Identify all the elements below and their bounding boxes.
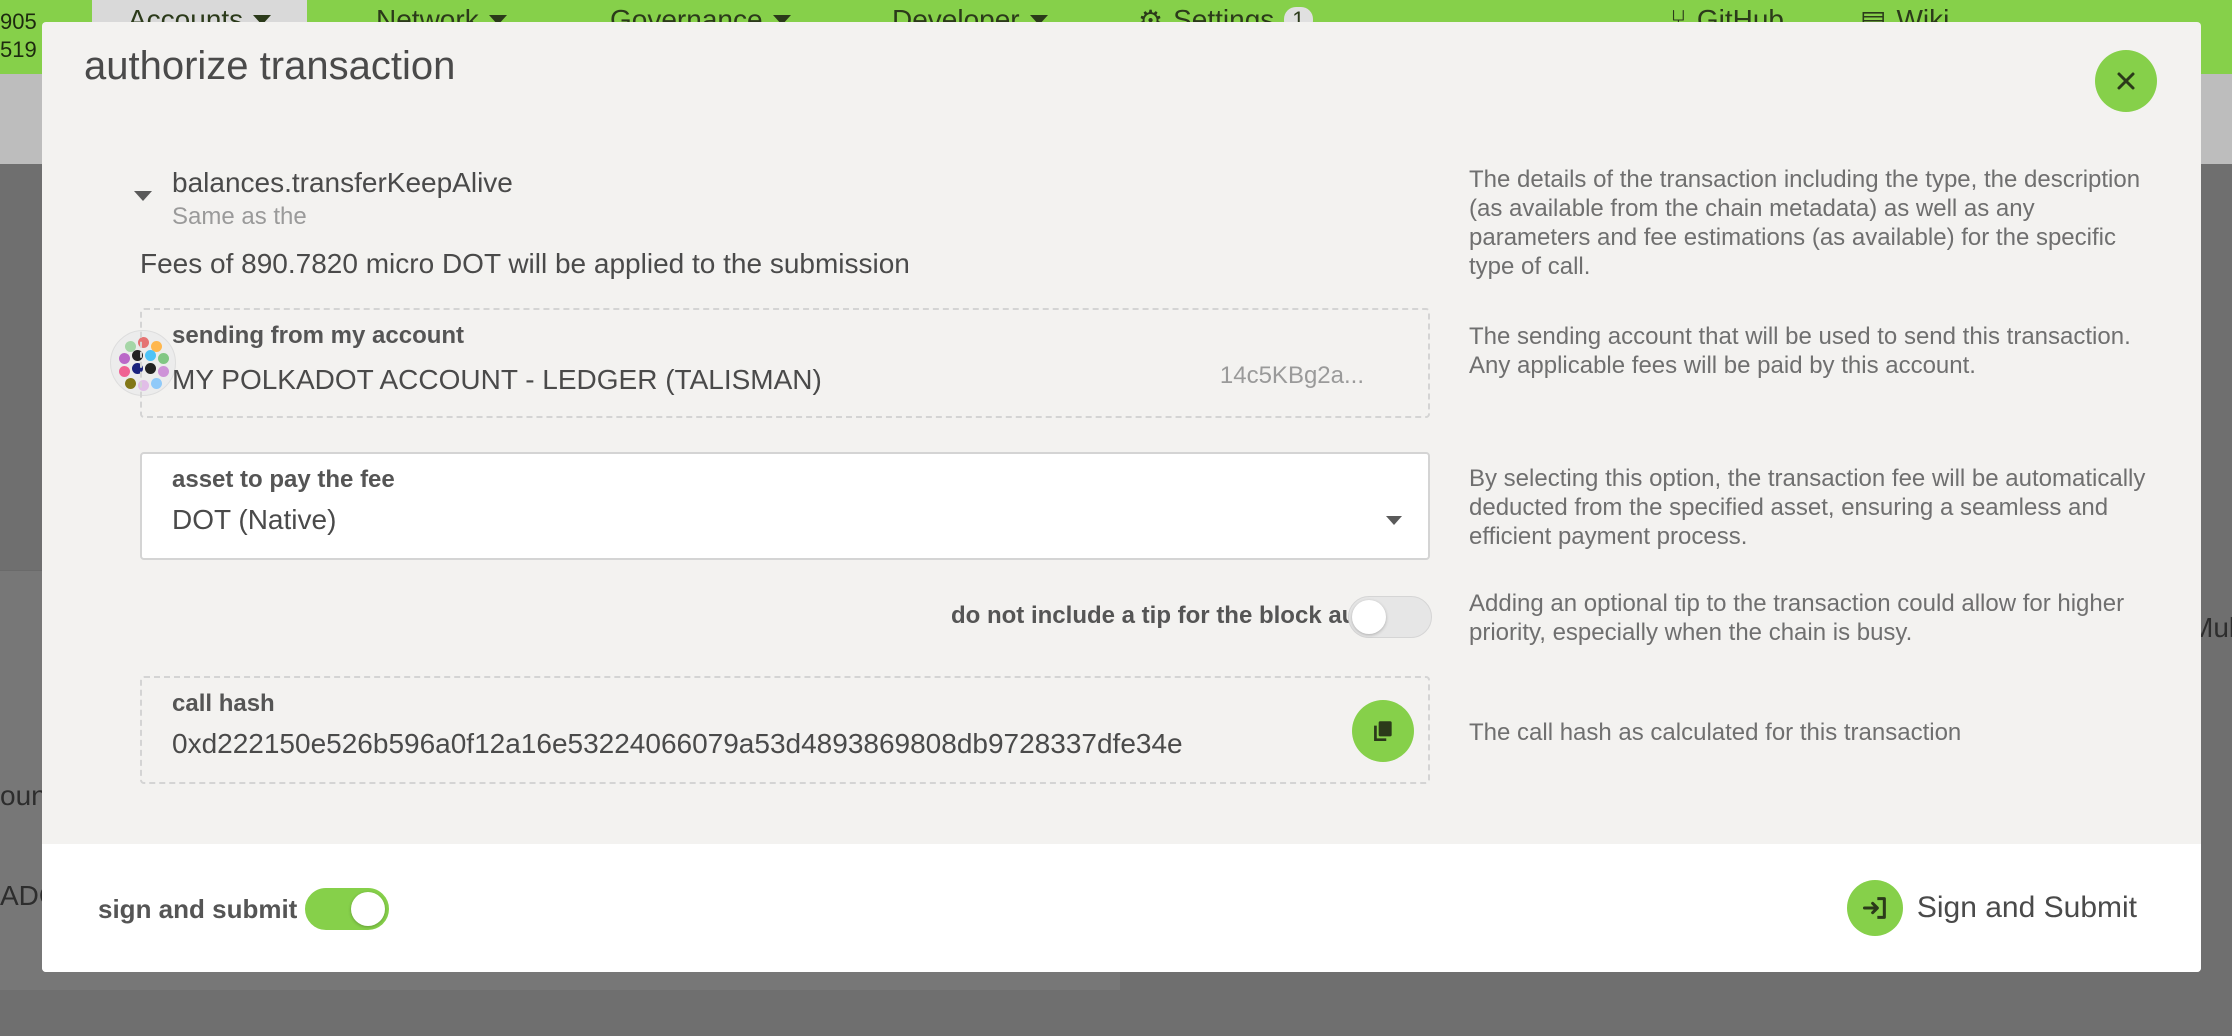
- sending-account-label: sending from my account: [172, 322, 465, 349]
- background-text-fragment: oun: [0, 780, 47, 811]
- copy-button[interactable]: [1352, 700, 1414, 762]
- sending-account-address: 14c5KBg2a...: [1219, 362, 1364, 389]
- call-hash-value: 0xd222150e526b596a0f12a16e53224066079a53…: [172, 728, 1183, 759]
- fees-text: Fees of 890.7820 micro DOT will be appli…: [140, 248, 910, 279]
- fee-asset-value: DOT (Native): [172, 504, 337, 535]
- call-description: Same as the: [172, 203, 307, 230]
- tip-toggle[interactable]: [1348, 596, 1432, 638]
- tip-toggle-label: do not include a tip for the block autho…: [951, 602, 1403, 629]
- modal-title: authorize transaction: [84, 44, 456, 88]
- help-sender: The sending account that will be used to…: [1469, 323, 2131, 379]
- sign-and-submit-toggle[interactable]: [305, 888, 389, 930]
- sending-account-field[interactable]: sending from my account MY POLKADOT ACCO…: [140, 308, 1430, 418]
- call-details[interactable]: balances.transferKeepAlive Same as the: [134, 167, 513, 231]
- modal-footer: sign and submit Sign and Submit: [42, 844, 2201, 972]
- close-icon: [2117, 72, 2135, 90]
- toggle-knob: [351, 892, 385, 926]
- call-name: balances.transferKeepAlive: [172, 167, 513, 198]
- fee-asset-label: asset to pay the fee: [172, 466, 395, 493]
- sign-in-icon: [1846, 880, 1903, 936]
- copy-icon: [1374, 721, 1392, 742]
- chevron-down-icon: [1386, 516, 1402, 525]
- sending-account-name: MY POLKADOT ACCOUNT - LEDGER (TALISMAN): [172, 364, 822, 395]
- close-button[interactable]: [2095, 50, 2157, 112]
- sign-and-submit-button-label: Sign and Submit: [1916, 891, 2137, 924]
- call-hash-label: call hash: [172, 690, 275, 717]
- help-call-hash: The call hash as calculated for this tra…: [1469, 719, 1962, 746]
- toggle-knob: [1352, 600, 1386, 634]
- sign-and-submit-label: sign and submit: [98, 894, 298, 924]
- fee-asset-dropdown[interactable]: asset to pay the fee DOT (Native): [140, 452, 1430, 560]
- sign-and-submit-button[interactable]: Sign and Submit: [1846, 880, 2137, 936]
- authorize-transaction-modal: authorize transaction balances.transferK…: [42, 22, 2201, 972]
- call-hash-field: call hash 0xd222150e526b596a0f12a16e5322…: [140, 676, 1430, 784]
- help-details: The details of the transaction including…: [1469, 166, 2141, 280]
- help-fee-asset: By selecting this option, the transactio…: [1469, 465, 2146, 550]
- help-tip: Adding an optional tip to the transactio…: [1469, 590, 2125, 646]
- expand-caret-icon[interactable]: [134, 191, 152, 201]
